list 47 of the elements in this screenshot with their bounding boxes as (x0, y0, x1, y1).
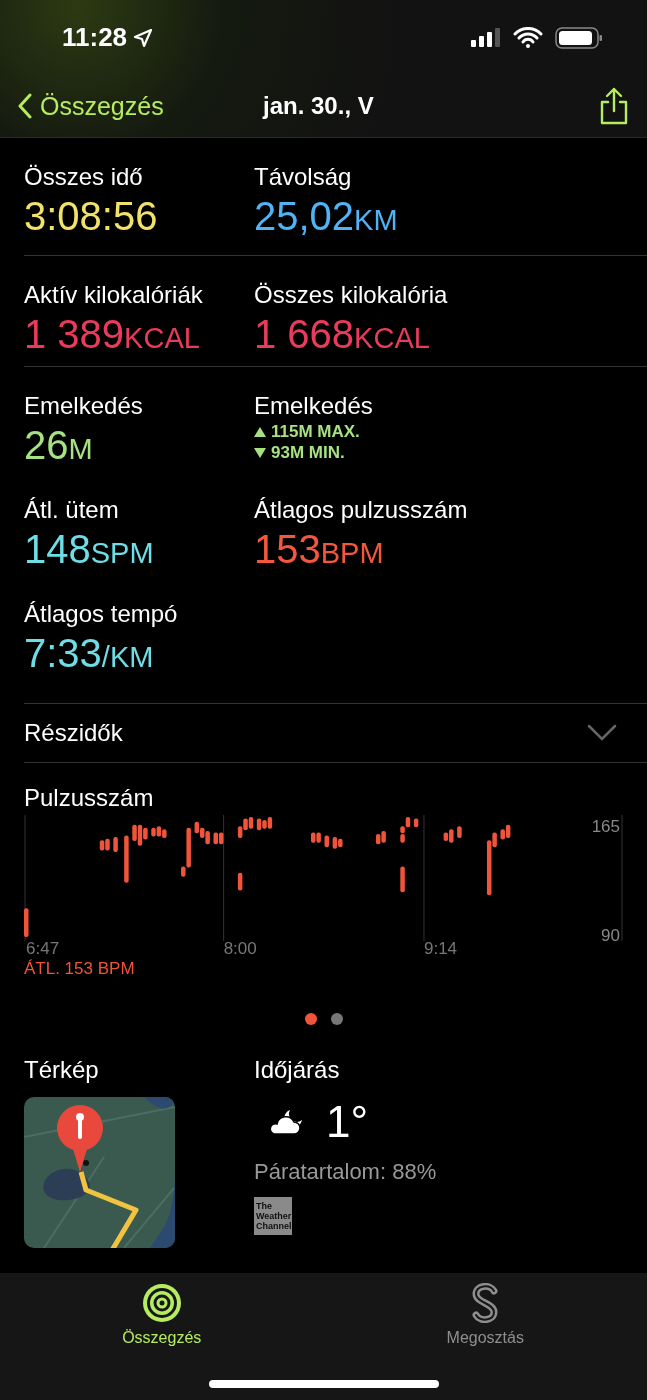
rings-icon (141, 1283, 182, 1323)
map-title: Térkép (24, 1055, 100, 1085)
triangle-up-icon (254, 426, 266, 437)
splits-row[interactable]: Részidők (24, 704, 647, 763)
page-dot[interactable] (304, 1013, 317, 1025)
axis-label: 90 (601, 926, 620, 945)
chevron-left-icon (18, 93, 32, 119)
axis-label: 9:14 (424, 939, 458, 958)
share-button[interactable] (599, 87, 629, 125)
metric-value: 153BPM (254, 526, 385, 573)
metric-label: Összes kilokalória (254, 280, 449, 310)
metric-label: Összes idő (24, 162, 144, 192)
weather-source-logo: The Weather Channel (254, 1197, 292, 1235)
metric-value: 148SPM (24, 526, 155, 573)
axis-label: 6:47 (26, 939, 60, 958)
sharing-icon (470, 1283, 501, 1323)
location-arrow-icon (133, 27, 154, 48)
nav-title: jan. 30., V (263, 92, 374, 120)
axis-label: 8:00 (223, 939, 257, 958)
range-reading: 93M MIN. (271, 442, 345, 463)
page-dot[interactable] (330, 1013, 343, 1025)
metric-value: 25,02KM (254, 193, 399, 240)
average-heart-rate: ÁTL. 153 BPM (24, 959, 136, 979)
temperature: 1° (326, 1097, 369, 1147)
metric-value: 3:08:56 (24, 193, 159, 240)
metric-value: 1 389KCAL (24, 311, 201, 358)
humidity: Páratartalom: 88% (254, 1159, 438, 1185)
metric-label: Átl. ütem (24, 495, 120, 525)
tab[interactable]: Megosztás (323, 1273, 647, 1353)
triangle-down-icon (254, 447, 266, 458)
tab[interactable]: Összegzés (0, 1273, 324, 1353)
metric-label: Emelkedés (254, 391, 374, 421)
weather-title: Időjárás (254, 1055, 341, 1085)
chart-title: Pulzusszám (24, 783, 155, 813)
metric-value: 1 668KCAL (254, 311, 431, 358)
metric-label: Átlagos pulzusszám (254, 495, 469, 525)
back-button[interactable]: Összegzés (18, 91, 164, 121)
metric-value: 26M (24, 422, 94, 469)
metric-label: Emelkedés (24, 391, 144, 421)
metric-label: Aktív kilokalóriák (24, 280, 204, 310)
metric-label: Távolság (254, 162, 353, 192)
splits-label: Részidők (24, 718, 123, 748)
metric-value: 7:33/KM (24, 630, 155, 677)
status-time: 11:28 (62, 22, 154, 53)
axis-label: 165 (591, 817, 620, 836)
metric-label: Átlagos tempó (24, 599, 179, 629)
range-reading: 115M MAX. (271, 421, 360, 442)
